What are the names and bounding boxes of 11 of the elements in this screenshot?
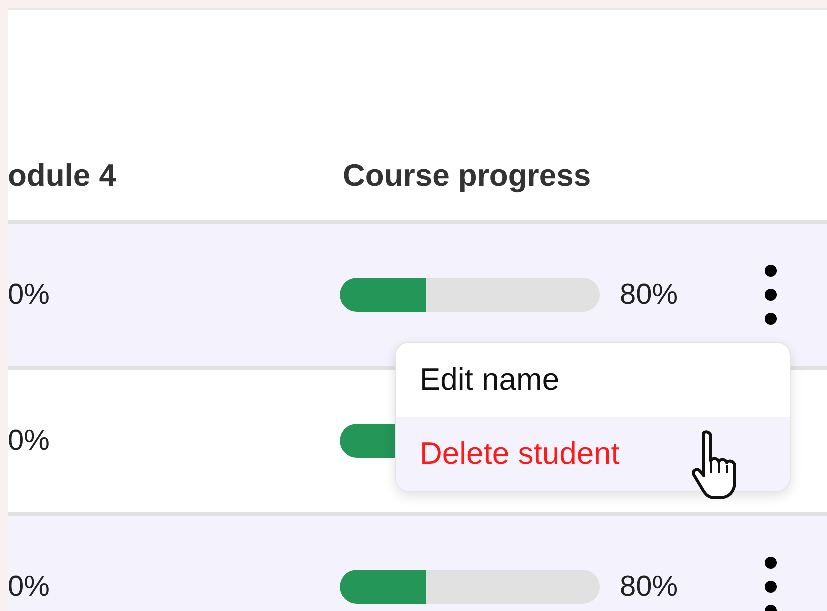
table-cell-text: 0% — [8, 570, 51, 604]
column-header: Course progress — [343, 158, 592, 194]
more-options-icon[interactable] — [764, 557, 778, 611]
table-cell-text: 0% — [8, 278, 51, 312]
menu-item[interactable]: Delete student — [396, 417, 790, 491]
column-header: odule 4 — [8, 158, 118, 194]
progress-percent: 80% — [620, 570, 678, 604]
menu-item[interactable]: Edit name — [396, 343, 790, 417]
more-options-icon[interactable] — [764, 265, 778, 325]
progress-percent: 80% — [620, 278, 678, 312]
table-cell-text: 0% — [8, 424, 51, 458]
